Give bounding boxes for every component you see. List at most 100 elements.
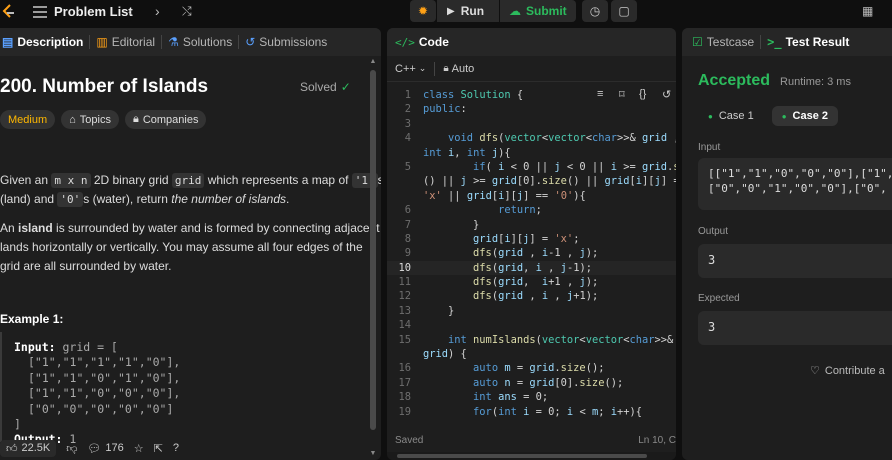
help-icon[interactable]: ? xyxy=(173,442,179,454)
text: lands horizontally or vertically. You ma… xyxy=(0,240,363,254)
scroll-thumb[interactable] xyxy=(397,454,647,458)
topics-label: Topics xyxy=(79,113,111,126)
statement-paragraph-2: An island is surrounded by water and is … xyxy=(0,219,380,276)
tab-test-result[interactable]: >_ Test Result xyxy=(761,35,855,49)
timer-button[interactable]: ◷ xyxy=(582,0,608,22)
code-line: 12 dfs(grid , i , j +1); xyxy=(398,290,599,303)
logo-icon[interactable] xyxy=(0,3,16,21)
code-line: 5 if( i < 0 || j < 0 || i >= grid.siz xyxy=(404,160,676,173)
tab-solutions[interactable]: ⚗ Solutions xyxy=(162,35,238,49)
text: (land) and xyxy=(0,192,58,206)
expected-label: Expected xyxy=(698,293,740,304)
thumbs-down-icon[interactable]: 👎︎ xyxy=(66,442,77,455)
example-input-line: Input: grid = [ xyxy=(14,340,368,355)
share-icon[interactable]: ⇱ xyxy=(154,442,163,455)
comments-button[interactable]: 💬︎ 176 xyxy=(87,442,123,455)
debug-button[interactable]: ✹ xyxy=(410,0,436,22)
list-icon[interactable] xyxy=(32,4,48,20)
topics-button[interactable]: ⌂ Topics xyxy=(61,110,119,129)
code-line-current: 10 dfs(grid, i , j -1); xyxy=(387,260,676,276)
shuffle-icon[interactable]: ⤭ xyxy=(182,4,192,19)
lock-icon: 🔒︎ xyxy=(443,63,449,74)
companies-label: Companies xyxy=(142,113,199,126)
tab-testcase-label: Testcase xyxy=(706,35,755,49)
text: 2D binary grid xyxy=(90,173,172,187)
case-tab-1[interactable]: ● Case 1 xyxy=(698,106,764,126)
scroll-up-icon[interactable]: ▲ xyxy=(369,58,377,66)
code-line: 2 public: xyxy=(404,103,467,116)
like-button[interactable]: 👍︎ 22.5K xyxy=(0,439,57,457)
code-line: 'x' || grid[i][j] == '0'){ xyxy=(423,189,586,202)
heart-icon: ♡ xyxy=(810,365,820,377)
inline-code: '0' xyxy=(57,192,84,207)
star-icon[interactable]: ☆ xyxy=(134,442,144,455)
solved-label: Solved xyxy=(300,80,337,94)
code-title: Code xyxy=(418,35,449,49)
tab-description[interactable]: ▤ Description xyxy=(0,35,89,49)
input-line: ["0","0","1","0","0"],["0", xyxy=(708,182,887,195)
text: which represents a map of xyxy=(204,173,352,187)
code-line: 14 xyxy=(398,319,411,332)
code-status-bar: Saved Ln 10, C xyxy=(387,430,676,450)
bold-text: island xyxy=(18,221,53,235)
document-icon: ▤ xyxy=(2,35,14,49)
emphasis: the number of islands xyxy=(171,192,287,206)
panel-resizer[interactable] xyxy=(381,28,387,460)
tab-testcase[interactable]: ☑ Testcase xyxy=(686,35,760,49)
note-icon: ▢ xyxy=(618,4,630,18)
result-panel: ☑ Testcase >_ Test Result Accepted Runti… xyxy=(682,28,892,460)
auto-toggle[interactable]: 🔒︎ Auto xyxy=(443,63,474,75)
companies-button[interactable]: 🔒︎ Companies xyxy=(124,110,207,129)
checkbox-icon: ☑ xyxy=(692,35,703,49)
panel-resizer[interactable] xyxy=(676,28,682,460)
contribute-button[interactable]: ♡ Contribute a xyxy=(810,364,885,378)
tab-editorial-label: Editorial xyxy=(111,35,156,49)
input-head: grid = [ xyxy=(55,340,118,354)
output-box: 3 xyxy=(698,244,892,278)
solved-indicator: Solved ✓ xyxy=(300,80,351,94)
problem-list-link[interactable]: Problem List xyxy=(54,4,133,19)
case-tab-2[interactable]: ● Case 2 xyxy=(771,106,839,126)
case-label: Case 1 xyxy=(718,110,754,122)
chevron-left-icon[interactable]: ‹ xyxy=(128,3,133,19)
tag-icon: ⌂ xyxy=(69,113,76,126)
code-editor[interactable]: 1 class Solution { 2 public: 3 4 void dfs(… xyxy=(387,88,676,428)
case-label: Case 2 xyxy=(792,110,829,122)
layout-grid-icon[interactable]: ▦ xyxy=(862,4,873,18)
code-line: 9 dfs(grid , i -1 , j); xyxy=(404,247,599,260)
scroll-thumb[interactable] xyxy=(370,70,376,430)
text: . xyxy=(286,192,290,206)
code-line: 11 dfs(grid, i +1 , j); xyxy=(398,276,599,289)
book-icon: ▥ xyxy=(96,35,108,49)
output-label: Output xyxy=(698,226,729,237)
code-horizontal-scrollbar[interactable] xyxy=(387,452,676,460)
run-button[interactable]: ▶ Run xyxy=(437,0,499,22)
text: grid are all surrounded by water. xyxy=(0,259,172,273)
input-label: Input: xyxy=(14,340,56,354)
play-icon: ▶ xyxy=(447,5,455,17)
code-icon: </> xyxy=(395,35,415,49)
example-row: ["1","1","1","1","0"], xyxy=(28,355,181,370)
code-line: 3 xyxy=(404,117,411,130)
language-select[interactable]: C++ ⌄ xyxy=(395,63,426,75)
submit-button[interactable]: ☁ Submit xyxy=(500,0,576,22)
run-label: Run xyxy=(460,4,485,18)
contribute-label: Contribute a xyxy=(824,364,885,377)
tab-editorial[interactable]: ▥ Editorial xyxy=(90,35,161,49)
tab-submissions[interactable]: ↺ Submissions xyxy=(239,35,333,49)
description-scrollbar[interactable]: ▲ ▼ xyxy=(369,58,377,458)
code-line: 17 auto n = grid [0]. size (); xyxy=(398,376,624,389)
notes-button[interactable]: ▢ xyxy=(611,0,637,22)
text: Given an xyxy=(0,173,52,187)
cloud-upload-icon: ☁ xyxy=(509,4,521,18)
code-toolbar: C++ ⌄ 🔒︎ Auto ≡ ⌑ {} ↺ xyxy=(387,56,676,101)
tab-submissions-label: Submissions xyxy=(259,35,328,49)
code-line: 18 int ans = 0; xyxy=(398,391,549,404)
code-line: 1 class Solution { xyxy=(404,89,524,101)
example-title: Example 1: xyxy=(0,312,64,326)
code-line: 15 int numIslands(vector < vector < char >>& xyxy=(398,333,674,346)
inline-code: grid xyxy=(171,173,205,188)
difficulty-badge: Medium xyxy=(0,110,56,129)
example-close: ] xyxy=(14,417,21,432)
chevron-right-icon[interactable]: › xyxy=(155,3,160,19)
